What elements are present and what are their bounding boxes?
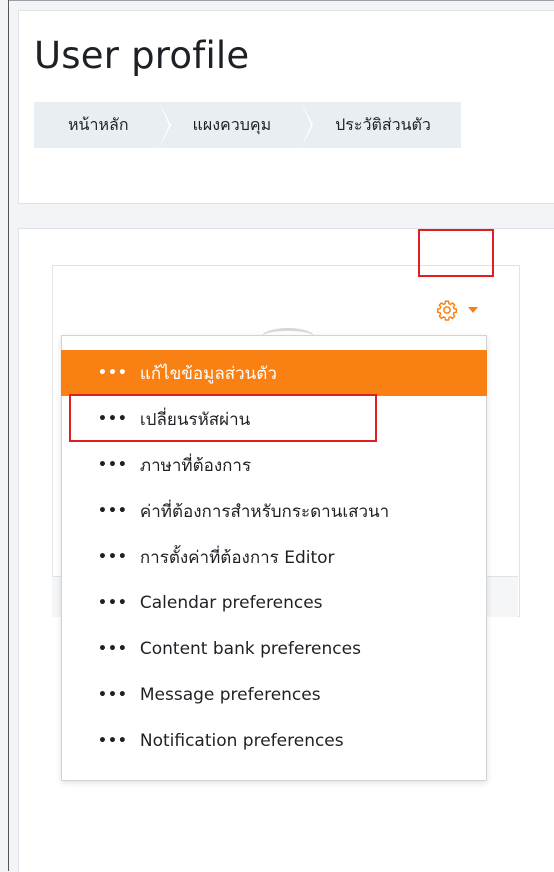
gear-icon [436,299,458,321]
menu-item-forum-preferences[interactable]: ••• ค่าที่ต้องการสำหรับกระดานเสวนา [62,488,486,534]
breadcrumb-item-profile[interactable]: ประวัติส่วนตัว [301,102,461,148]
menu-item-preferred-language[interactable]: ••• ภาษาที่ต้องการ [62,442,486,488]
menu-item-label: ภาษาที่ต้องการ [139,455,252,476]
menu-item-content-bank-preferences[interactable]: ••• Content bank preferences [62,626,486,672]
dots-icon: ••• [98,595,128,611]
breadcrumb: หน้าหลัก แผงควบคุม ประวัติส่วนตัว [34,102,461,148]
dots-icon: ••• [98,733,128,749]
menu-item-message-preferences[interactable]: ••• Message preferences [62,672,486,718]
menu-item-label: การตั้งค่าที่ต้องการ Editor [139,547,335,568]
breadcrumb-item-dashboard[interactable]: แผงควบคุม [158,102,313,148]
menu-item-notification-preferences[interactable]: ••• Notification preferences [62,718,486,764]
menu-item-label: Message preferences [139,685,321,705]
dots-icon: ••• [98,641,128,657]
menu-item-calendar-preferences[interactable]: ••• Calendar preferences [62,580,486,626]
actions-menu-toggle[interactable] [436,296,490,324]
annotation-highlight-change-password [69,394,377,442]
window-left-border [8,0,9,871]
window-top-border [8,0,554,1]
dots-icon: ••• [98,365,128,381]
menu-item-label: Notification preferences [139,731,344,751]
menu-item-editor-preferences[interactable]: ••• การตั้งค่าที่ต้องการ Editor [62,534,486,580]
annotation-highlight-gear [418,229,494,277]
dots-icon: ••• [98,503,128,519]
dots-icon: ••• [98,687,128,703]
dots-icon: ••• [98,457,128,473]
page-title: User profile [34,34,250,77]
menu-item-label: ค่าที่ต้องการสำหรับกระดานเสวนา [139,501,390,522]
menu-item-label: แก้ไขข้อมูลส่วนตัว [139,363,277,384]
menu-item-label: Calendar preferences [139,593,323,613]
caret-down-icon [468,307,478,313]
breadcrumb-item-home[interactable]: หน้าหลัก [34,102,170,148]
menu-item-edit-profile[interactable]: ••• แก้ไขข้อมูลส่วนตัว [61,350,487,396]
menu-item-label: Content bank preferences [139,639,361,659]
dots-icon: ••• [98,549,128,565]
